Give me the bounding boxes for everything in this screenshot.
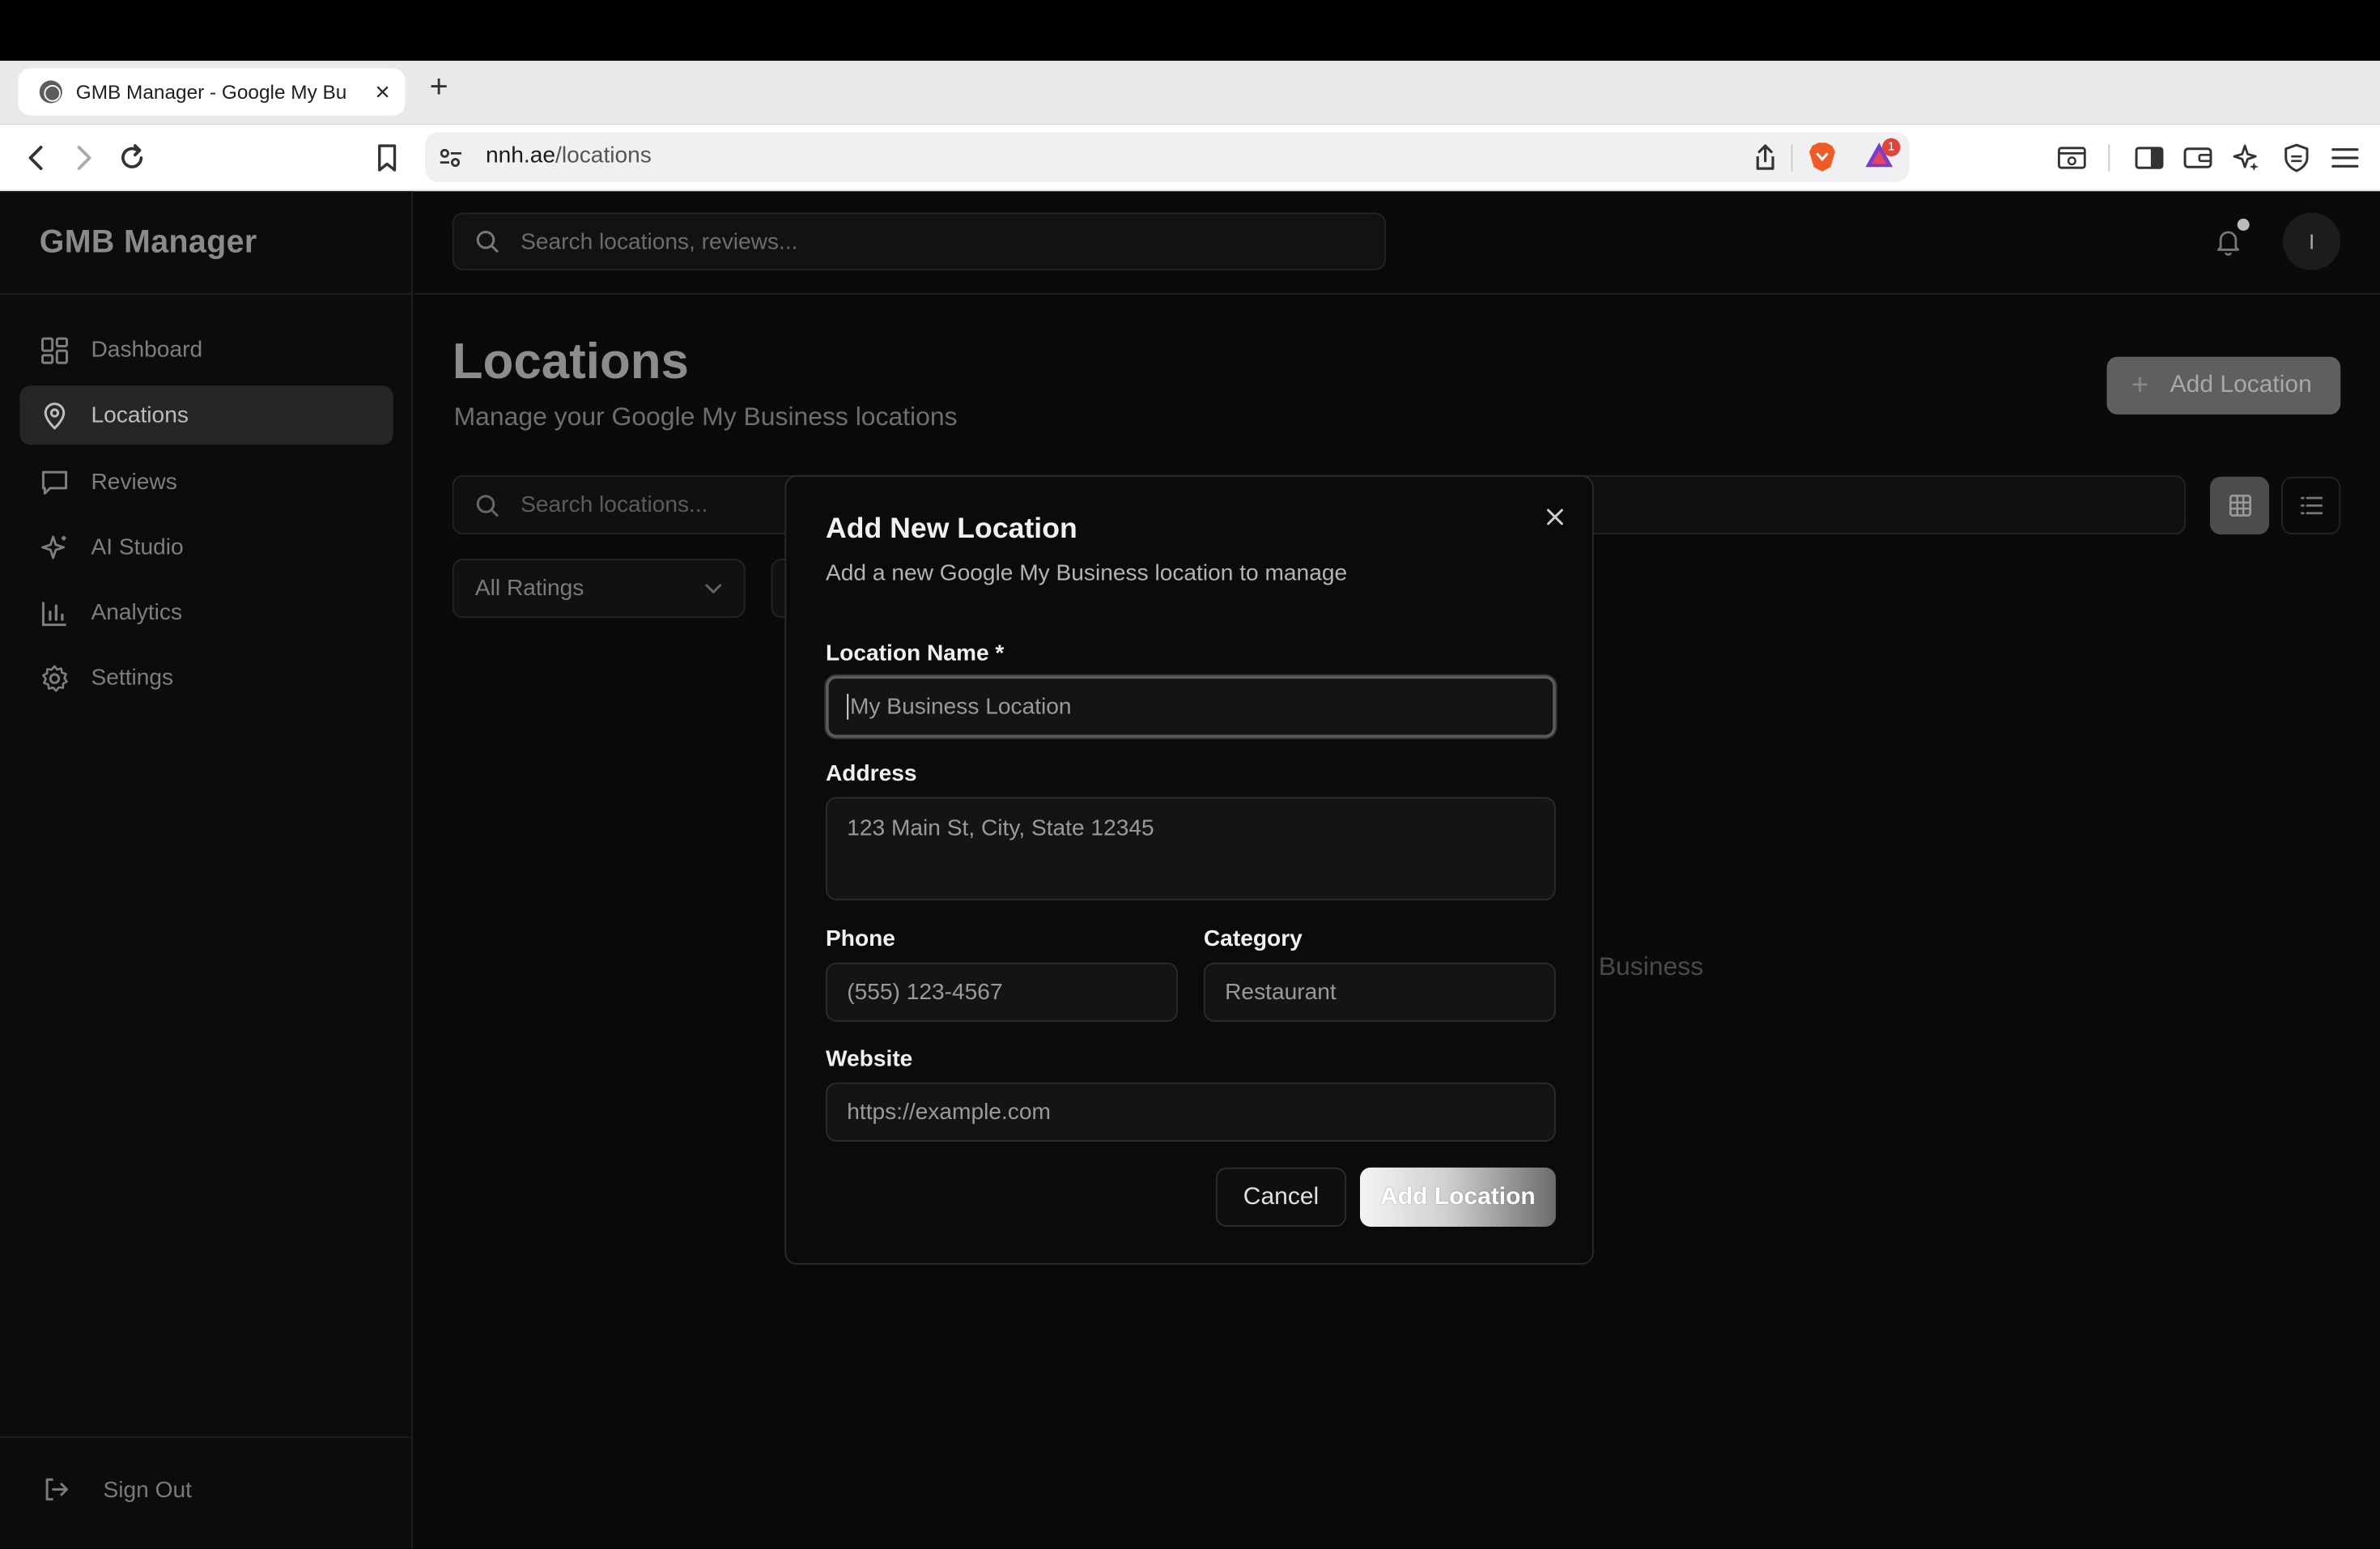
dialog-subtitle: Add a new Google My Business location to… bbox=[826, 560, 1348, 586]
empty-state-text: y Business bbox=[1579, 951, 1704, 981]
notification-dot bbox=[2237, 219, 2250, 231]
submit-add-location-button[interactable]: Add Location bbox=[1360, 1167, 1556, 1227]
add-location-dialog: Add New Location Add a new Google My Bus… bbox=[784, 474, 1594, 1265]
ratings-filter-value: All Ratings bbox=[474, 575, 584, 602]
add-location-button[interactable]: + Add Location bbox=[2106, 356, 2341, 415]
category-placeholder: Restaurant bbox=[1225, 979, 1337, 1006]
share-icon[interactable] bbox=[1747, 140, 1783, 177]
category-label: Category bbox=[1203, 926, 1303, 952]
sidebar-item-settings[interactable]: Settings bbox=[19, 649, 393, 708]
phone-placeholder: (555) 123-4567 bbox=[847, 979, 1003, 1006]
menu-bar bbox=[0, 0, 2380, 61]
sidebar: GMB Manager Dashboard Locations Reviews … bbox=[0, 191, 413, 1549]
sign-out-label: Sign Out bbox=[103, 1476, 192, 1503]
sidebar-item-label: Analytics bbox=[91, 599, 183, 626]
brand-logo: GMB Manager bbox=[39, 224, 257, 260]
sidebar-item-dashboard[interactable]: Dashboard bbox=[19, 321, 393, 380]
sidebar-item-label: AI Studio bbox=[91, 534, 184, 560]
close-icon[interactable] bbox=[1541, 503, 1568, 530]
close-tab-icon[interactable]: × bbox=[375, 79, 390, 105]
vpn-shield-icon[interactable] bbox=[2278, 140, 2314, 177]
reload-icon[interactable] bbox=[114, 140, 151, 177]
phone-field[interactable]: (555) 123-4567 bbox=[826, 962, 1178, 1022]
search-placeholder: Search locations... bbox=[521, 492, 708, 518]
location-name-placeholder: My Business Location bbox=[850, 693, 1072, 720]
location-name-field[interactable]: My Business Location bbox=[826, 675, 1556, 738]
rewards-badge: 1 bbox=[1882, 138, 1901, 157]
avatar[interactable]: I bbox=[2283, 212, 2341, 270]
page-subtitle: Manage your Google My Business locations bbox=[453, 402, 958, 432]
website-placeholder: https://example.com bbox=[847, 1099, 1051, 1126]
sidebar-item-analytics[interactable]: Analytics bbox=[19, 583, 393, 642]
sparkles-icon bbox=[41, 534, 66, 559]
sidebar-item-label: Reviews bbox=[91, 469, 177, 496]
website-field[interactable]: https://example.com bbox=[826, 1082, 1556, 1142]
address-placeholder: 123 Main St, City, State 12345 bbox=[847, 815, 1154, 841]
page-title: Locations bbox=[452, 332, 689, 389]
log-out-icon bbox=[45, 1478, 68, 1501]
url-path: /locations bbox=[555, 143, 652, 169]
dialog-title: Add New Location bbox=[826, 513, 1077, 546]
message-icon bbox=[41, 470, 68, 494]
url-text: nnh.ae/locations bbox=[486, 143, 652, 168]
bar-chart-icon bbox=[41, 601, 66, 626]
wallet-icon[interactable] bbox=[2180, 140, 2216, 177]
header-divider bbox=[414, 292, 2380, 295]
toolbar-divider bbox=[1791, 144, 1793, 172]
sidebar-item-label: Dashboard bbox=[91, 337, 203, 364]
brave-shields-icon[interactable] bbox=[1808, 141, 1837, 172]
sidebar-divider bbox=[0, 292, 413, 295]
sign-out-button[interactable]: Sign Out bbox=[43, 1476, 192, 1504]
list-icon bbox=[2300, 496, 2323, 515]
plus-icon: + bbox=[2131, 368, 2149, 402]
phone-label: Phone bbox=[826, 926, 895, 952]
new-tab-button[interactable]: + bbox=[430, 71, 448, 103]
grid-view-button[interactable] bbox=[2210, 476, 2270, 534]
ratings-filter-select[interactable]: All Ratings bbox=[452, 559, 746, 619]
sidebar-item-label: Settings bbox=[91, 665, 174, 692]
gear-icon bbox=[42, 664, 68, 692]
url-host: nnh.ae bbox=[486, 143, 556, 169]
reader-mode-icon[interactable] bbox=[2054, 140, 2090, 177]
global-search-input[interactable]: Search locations, reviews... bbox=[452, 212, 1386, 270]
list-view-button[interactable] bbox=[2281, 476, 2341, 534]
website-label: Website bbox=[826, 1045, 913, 1072]
sidebar-toggle-icon[interactable] bbox=[2131, 140, 2168, 177]
bookmark-icon[interactable] bbox=[369, 140, 406, 177]
browser-tab[interactable]: GMB Manager - Google My Bu × bbox=[18, 68, 406, 116]
grid-icon bbox=[2229, 494, 2251, 517]
search-icon bbox=[476, 231, 499, 253]
location-name-label: Location Name * bbox=[826, 640, 1005, 667]
address-label: Address bbox=[826, 760, 917, 787]
sidebar-item-locations[interactable]: Locations bbox=[19, 385, 393, 445]
menu-icon[interactable] bbox=[2327, 140, 2363, 177]
globe-icon bbox=[39, 80, 62, 104]
dashboard-icon bbox=[41, 336, 68, 364]
search-icon bbox=[476, 494, 499, 517]
toolbar-divider bbox=[2108, 144, 2110, 172]
sidebar-item-label: Locations bbox=[91, 402, 189, 428]
text-caret bbox=[847, 693, 849, 720]
site-settings-icon[interactable] bbox=[432, 140, 469, 177]
category-field[interactable]: Restaurant bbox=[1203, 962, 1556, 1022]
chevron-down-icon bbox=[705, 583, 722, 594]
add-location-label: Add Location bbox=[2170, 372, 2312, 398]
address-field[interactable]: 123 Main St, City, State 12345 bbox=[826, 797, 1556, 900]
back-icon[interactable] bbox=[19, 140, 55, 177]
sidebar-item-ai-studio[interactable]: AI Studio bbox=[19, 517, 393, 577]
forward-icon[interactable] bbox=[66, 140, 102, 177]
leo-ai-icon[interactable] bbox=[2229, 140, 2265, 177]
map-pin-icon bbox=[44, 402, 66, 429]
cancel-button[interactable]: Cancel bbox=[1215, 1167, 1347, 1227]
screen: GMB Manager - Google My Bu × + nnh.ae/lo… bbox=[0, 0, 2380, 1549]
sidebar-item-reviews[interactable]: Reviews bbox=[19, 453, 393, 512]
bell-icon[interactable] bbox=[2213, 226, 2244, 257]
sidebar-divider bbox=[0, 1436, 413, 1438]
tab-title: GMB Manager - Google My Bu bbox=[75, 80, 347, 104]
search-placeholder: Search locations, reviews... bbox=[521, 228, 798, 255]
